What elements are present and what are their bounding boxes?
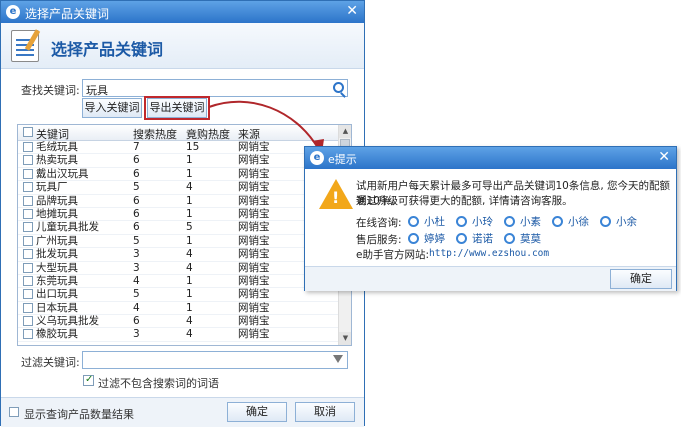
online-contact-link[interactable]: 小杜 [408,214,445,229]
popup-close-icon[interactable]: ✕ [658,149,670,165]
popup-message-line2: 通过升级可获得更大的配额, 详情请咨询客服。 [356,195,573,207]
after-sales-contact-link[interactable]: 莫莫 [504,231,541,246]
warning-exclamation: ! [332,188,340,207]
after-sales-contact-link[interactable]: 诺诺 [456,231,493,246]
online-contact-link[interactable]: 小玲 [456,214,493,229]
site-label: e助手官方网站: [356,249,429,261]
official-site-link[interactable]: http://www.ezshou.com [429,248,549,259]
online-contact-link[interactable]: 小余 [600,214,637,229]
qq-chat-icon [456,216,467,227]
popup-title-bar: e e提示 ✕ [305,147,676,169]
app-logo-icon: e [310,151,324,165]
popup-title: e提示 [328,153,357,166]
qq-chat-icon [600,216,611,227]
qq-chat-icon [408,233,419,244]
after-sales-contact-link[interactable]: 婷婷 [408,231,445,246]
after-sales-label: 售后服务: [356,234,402,246]
qq-chat-icon [408,216,419,227]
online-consult-label: 在线咨询: [356,217,402,229]
qq-chat-icon [504,216,515,227]
qq-chat-icon [552,216,563,227]
online-contact-link[interactable]: 小素 [504,214,541,229]
online-contact-link[interactable]: 小徐 [552,214,589,229]
qq-chat-icon [504,233,515,244]
popup-ok-button[interactable]: 确定 [610,269,672,289]
popup-footer: 确定 [305,266,676,291]
qq-chat-icon [456,233,467,244]
export-limit-popup: e e提示 ✕ ! 试用新用户每天累计最多可导出产品关键词10条信息, 您今天的… [304,146,677,291]
